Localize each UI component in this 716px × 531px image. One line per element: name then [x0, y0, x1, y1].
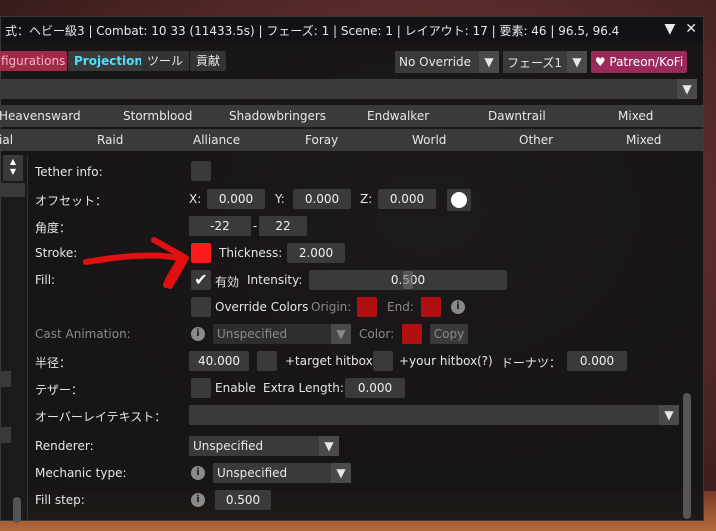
arrow-annotation-path [83, 252, 182, 288]
arrow-annotation [83, 237, 189, 289]
